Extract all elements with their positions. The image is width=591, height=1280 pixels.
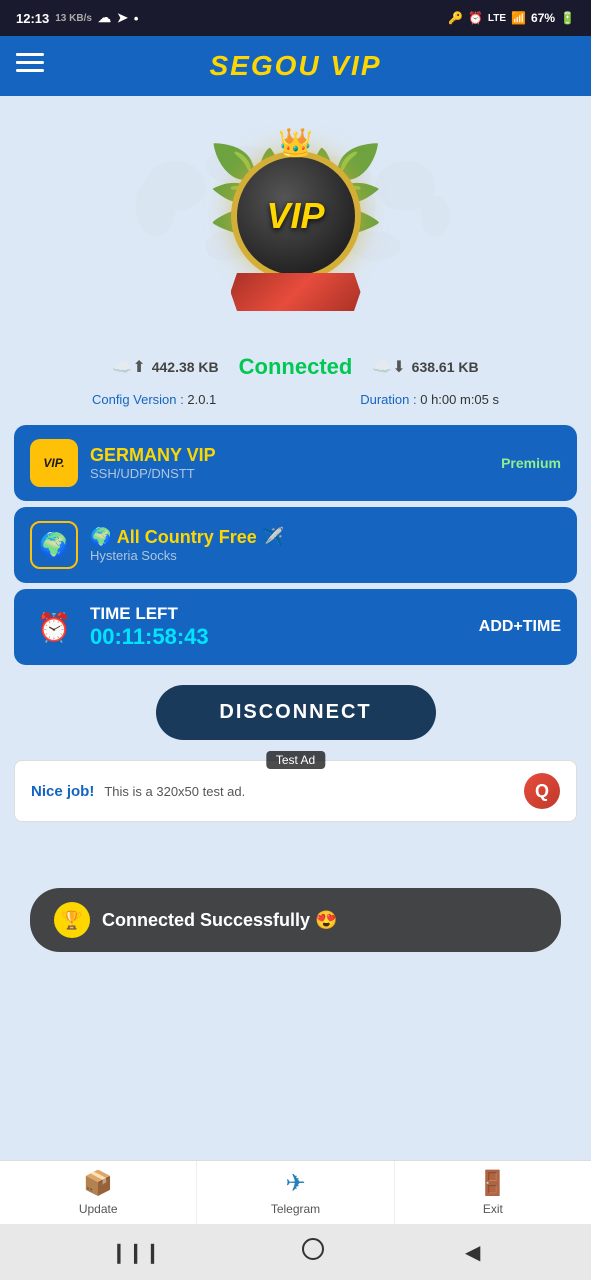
vip-ribbon <box>231 273 361 311</box>
vip-text: VIP <box>266 195 324 237</box>
exit-icon: 🚪 <box>478 1169 508 1198</box>
time-left-label: TIME LEFT <box>90 604 467 624</box>
data-speed: 13 KB/s <box>55 13 92 24</box>
send-icon: ➤ <box>117 10 128 26</box>
germany-server-info: GERMANY VIP SSH/UDP/DNSTT <box>90 445 489 481</box>
download-icon: ☁️⬇ <box>372 357 405 377</box>
dot-icon: • <box>134 11 139 26</box>
ad-test-label: Test Ad <box>266 751 325 769</box>
exit-label: Exit <box>483 1202 503 1216</box>
config-version: Config Version : 2.0.1 <box>92 392 216 407</box>
telegram-icon: ✈ <box>285 1169 305 1198</box>
status-left: 12:13 13 KB/s ☁ ➤ • <box>16 10 138 26</box>
app-header: SEGOU VIP <box>0 36 591 96</box>
ad-nice-text: Nice job! <box>31 783 94 800</box>
cloud-icon: ☁ <box>98 10 111 26</box>
update-icon: 📦 <box>83 1169 113 1198</box>
alarm-icon: ⏰ <box>468 11 483 25</box>
status-right: 🔑 ⏰ LTE 📶 67% 🔋 <box>448 11 575 25</box>
germany-server-badge: Premium <box>501 455 561 471</box>
notification-text: Connected Successfully 😍 <box>102 910 337 931</box>
free-server-protocol: Hysteria Socks <box>90 548 561 563</box>
bottom-spacer <box>0 968 591 1098</box>
nav-update[interactable]: 📦 Update <box>0 1161 197 1224</box>
disconnect-button[interactable]: DISCONNECT <box>156 685 436 740</box>
ad-logo: Q <box>524 773 560 809</box>
time-display: 12:13 <box>16 11 49 26</box>
android-back-btn[interactable]: ◀ <box>465 1240 480 1265</box>
free-server-info: 🌍 All Country Free ✈️ Hysteria Socks <box>90 527 561 563</box>
connection-duration: Duration : 0 h:00 m:05 s <box>360 392 499 407</box>
update-label: Update <box>79 1202 118 1216</box>
vip-badge: 🌿 🌿 👑 VIP <box>196 126 396 326</box>
connection-status: Connected <box>239 354 353 380</box>
add-time-button[interactable]: ADD+TIME <box>479 618 561 636</box>
time-info: TIME LEFT 00:11:58:43 <box>90 604 467 650</box>
vip-circle: VIP <box>231 151 361 281</box>
status-bar: 12:13 13 KB/s ☁ ➤ • 🔑 ⏰ LTE 📶 67% 🔋 <box>0 0 591 36</box>
spacer <box>0 832 591 872</box>
ad-banner: Test Ad Nice job! This is a 320x50 test … <box>14 760 577 822</box>
ad-description: This is a 320x50 test ad. <box>104 784 514 799</box>
app-title: SEGOU VIP <box>209 50 381 82</box>
upload-value: 442.38 KB <box>152 359 219 375</box>
bottom-nav: 📦 Update ✈ Telegram 🚪 Exit <box>0 1160 591 1224</box>
vip-badge-area: 🌿 🌿 👑 VIP <box>0 96 591 336</box>
notification-icon: 🏆 <box>54 902 90 938</box>
server-card-germany[interactable]: VIP. GERMANY VIP SSH/UDP/DNSTT Premium <box>14 425 577 501</box>
germany-server-icon: VIP. <box>30 439 78 487</box>
upload-stat: ☁️⬆ 442.38 KB <box>112 357 218 377</box>
telegram-label: Telegram <box>271 1202 320 1216</box>
battery-display: 67% <box>531 11 555 25</box>
key-icon: 🔑 <box>448 11 463 25</box>
connected-notification: 🏆 Connected Successfully 😍 <box>30 888 561 952</box>
time-left-value: 00:11:58:43 <box>90 624 467 650</box>
time-icon: ⏰ <box>30 603 78 651</box>
time-left-card[interactable]: ⏰ TIME LEFT 00:11:58:43 ADD+TIME <box>14 589 577 665</box>
download-value: 638.61 KB <box>412 359 479 375</box>
germany-server-name: GERMANY VIP <box>90 445 489 466</box>
config-row: Config Version : 2.0.1 Duration : 0 h:00… <box>0 388 591 419</box>
stats-row: ☁️⬆ 442.38 KB Connected ☁️⬇ 638.61 KB <box>0 346 591 388</box>
battery-icon: 🔋 <box>560 11 575 25</box>
android-recent-btn[interactable]: ❙❙❙ <box>111 1240 161 1265</box>
nav-exit[interactable]: 🚪 Exit <box>395 1161 591 1224</box>
nav-telegram[interactable]: ✈ Telegram <box>197 1161 394 1224</box>
server-card-free[interactable]: 🌍 🌍 All Country Free ✈️ Hysteria Socks <box>14 507 577 583</box>
main-content: 🌿 🌿 👑 VIP ☁️⬆ 442.38 KB Connected ☁️⬇ 63… <box>0 96 591 1160</box>
signal-icon: 📶 <box>511 11 526 25</box>
android-nav-bar: ❙❙❙ ◀ <box>0 1224 591 1280</box>
android-home-btn[interactable] <box>302 1238 324 1266</box>
upload-icon: ☁️⬆ <box>112 357 145 377</box>
menu-button[interactable] <box>16 49 44 83</box>
free-server-name: 🌍 All Country Free ✈️ <box>90 527 561 548</box>
lte-icon: LTE <box>488 13 506 24</box>
download-stat: ☁️⬇ 638.61 KB <box>372 357 478 377</box>
free-server-icon: 🌍 <box>30 521 78 569</box>
germany-server-protocol: SSH/UDP/DNSTT <box>90 466 489 481</box>
